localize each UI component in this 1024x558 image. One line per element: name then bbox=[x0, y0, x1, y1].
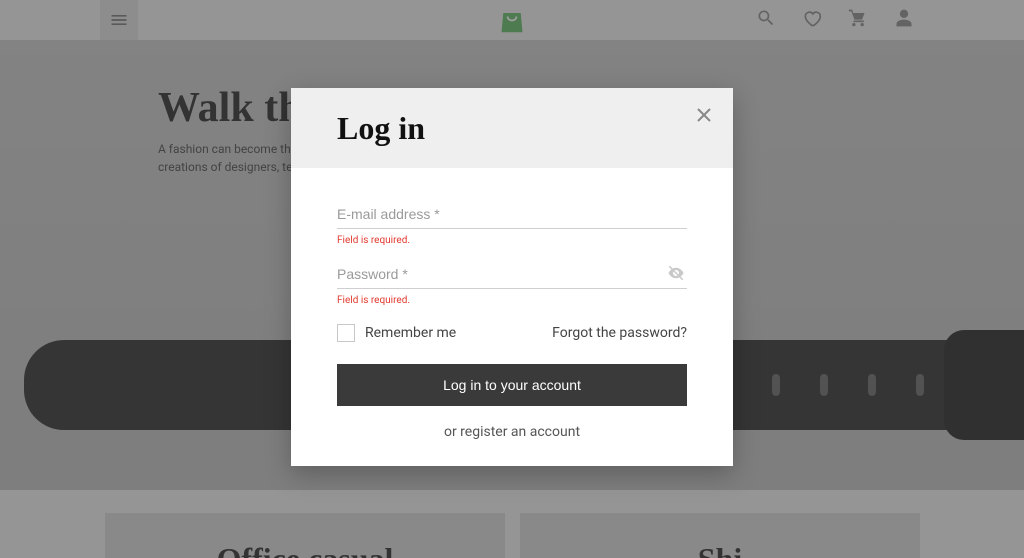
modal-body: Field is required. Field is required. Re… bbox=[291, 168, 733, 466]
modal-title: Log in bbox=[337, 110, 425, 147]
remember-row: Remember me Forgot the password? bbox=[337, 324, 687, 342]
remember-label: Remember me bbox=[365, 325, 456, 341]
password-error: Field is required. bbox=[337, 295, 687, 306]
login-modal: Log in Field is required. Field is requi… bbox=[291, 88, 733, 466]
password-field[interactable] bbox=[337, 260, 687, 289]
email-field[interactable] bbox=[337, 200, 687, 229]
password-field-wrapper bbox=[337, 260, 687, 289]
close-icon bbox=[697, 108, 711, 122]
email-error: Field is required. bbox=[337, 235, 687, 246]
remember-checkbox[interactable] bbox=[337, 324, 355, 342]
toggle-password-visibility[interactable] bbox=[667, 264, 685, 282]
forgot-password-link[interactable]: Forgot the password? bbox=[552, 325, 687, 341]
login-button[interactable]: Log in to your account bbox=[337, 364, 687, 406]
remember-me[interactable]: Remember me bbox=[337, 324, 456, 342]
register-link[interactable]: or register an account bbox=[337, 424, 687, 440]
modal-header: Log in bbox=[291, 88, 733, 168]
email-field-wrapper bbox=[337, 200, 687, 229]
close-button[interactable] bbox=[693, 104, 715, 126]
eye-off-icon bbox=[667, 264, 685, 282]
